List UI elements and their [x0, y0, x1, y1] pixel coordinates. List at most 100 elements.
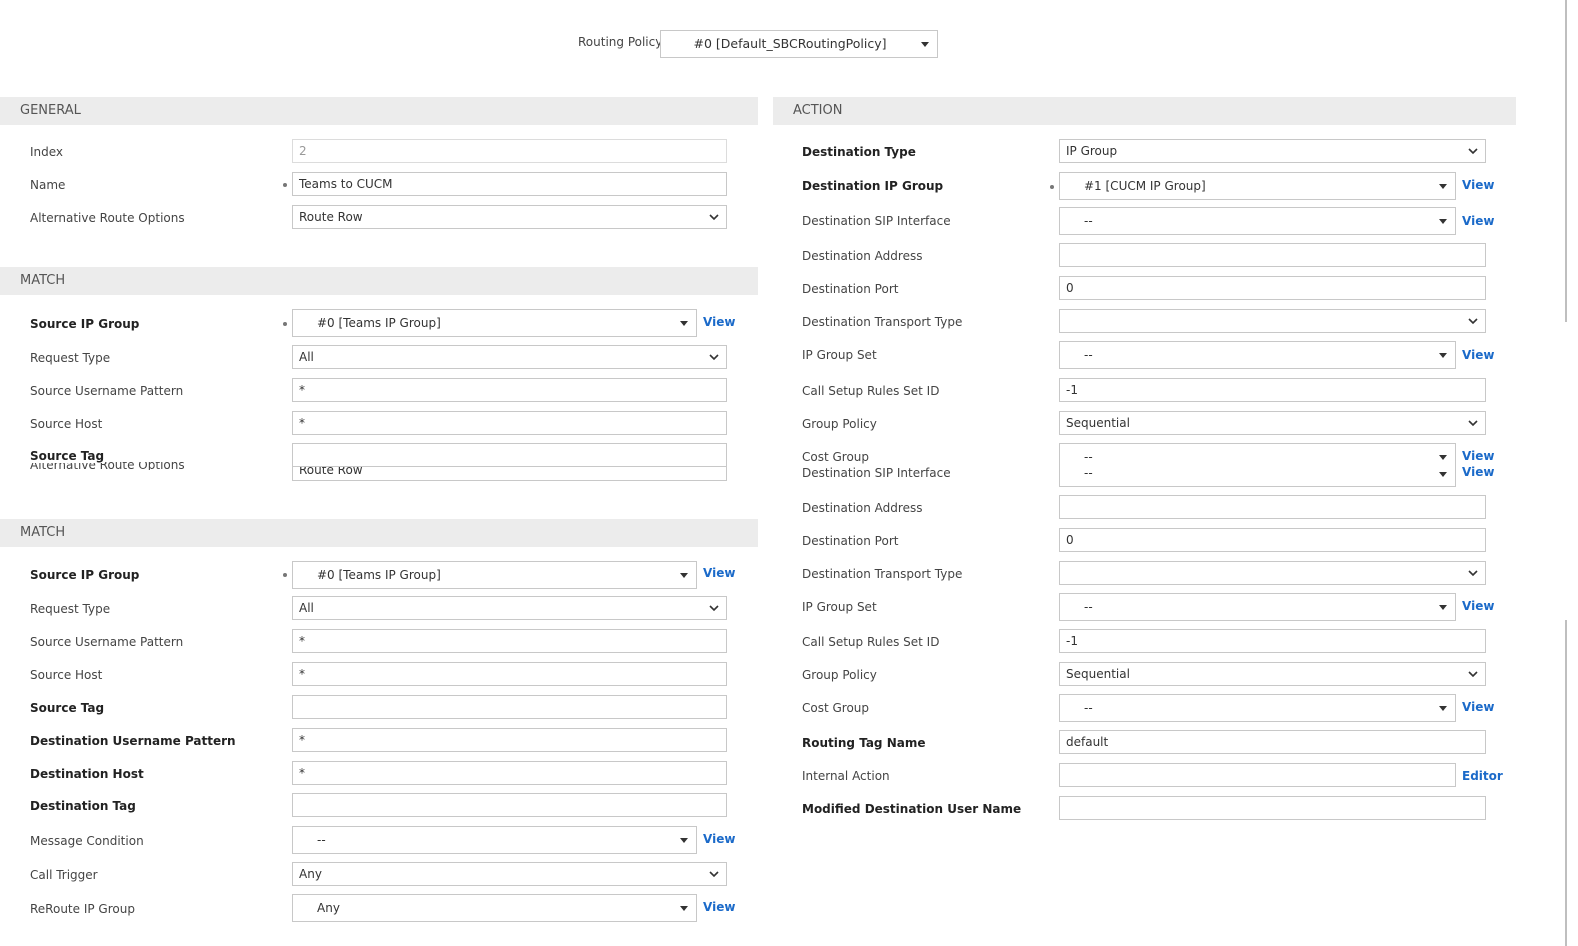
source-ip-group-select[interactable]: #0 [Teams IP Group] — [292, 309, 697, 337]
ghost-alt-route-value: Route Row — [299, 466, 363, 477]
chevron-down-icon — [1468, 671, 1478, 678]
chevron-down-icon — [709, 605, 719, 612]
scrollbar-track[interactable] — [1565, 620, 1567, 946]
alt-route-select[interactable]: Route Row — [292, 205, 727, 229]
dest-tag-field[interactable] — [292, 793, 727, 817]
source-tag-field[interactable] — [292, 443, 727, 467]
match-section-header: MATCH — [0, 267, 758, 295]
call-setup-rules-field[interactable]: -1 — [1059, 378, 1486, 402]
dest-type-select[interactable]: IP Group — [1059, 139, 1486, 163]
source-ip-group-view-link[interactable]: View — [703, 566, 735, 580]
dest-ip-group-view-link[interactable]: View — [1462, 178, 1494, 192]
ip-group-set-label: IP Group Set — [802, 600, 877, 614]
dropdown-caret-icon — [680, 573, 688, 578]
source-ip-group-view-link[interactable]: View — [703, 315, 735, 329]
ghost-alt-route-field: Route Row — [292, 466, 727, 481]
scrollbar-track[interactable] — [1565, 0, 1567, 322]
group-policy-select[interactable]: Sequential — [1059, 411, 1486, 435]
modified-dest-user-field[interactable] — [1059, 796, 1486, 820]
routing-policy-select[interactable]: #0 [Default_SBCRoutingPolicy] — [660, 30, 938, 58]
dest-sip-interface-select[interactable]: -- — [1059, 207, 1456, 235]
reroute-ip-group-select[interactable]: Any — [292, 894, 697, 922]
message-condition-value: -- — [317, 833, 326, 847]
ip-group-set-select[interactable]: -- — [1059, 593, 1456, 621]
message-condition-view-link[interactable]: View — [703, 832, 735, 846]
cost-group-label: Cost Group — [802, 450, 870, 464]
dest-type-label: Destination Type — [802, 145, 916, 159]
dest-port-field[interactable]: 0 — [1059, 276, 1486, 300]
source-host-field[interactable]: * — [292, 662, 727, 686]
request-type-label: Request Type — [30, 602, 111, 616]
dest-address-field[interactable] — [1059, 495, 1486, 519]
reroute-ip-group-label: ReRoute IP Group — [30, 902, 135, 916]
source-ip-group-label: Source IP Group — [30, 568, 140, 582]
dest-ip-group-value: #1 [CUCM IP Group] — [1084, 179, 1206, 193]
routing-tag-name-label: Routing Tag Name — [802, 736, 926, 750]
request-type-select[interactable]: All — [292, 596, 727, 620]
message-condition-select[interactable]: -- — [292, 826, 697, 854]
chevron-down-icon — [709, 354, 719, 361]
source-tag-label: Source Tag — [30, 701, 105, 715]
source-username-pattern-field[interactable]: * — [292, 378, 727, 402]
match-section-header: MATCH — [0, 519, 758, 547]
source-ip-group-value: #0 [Teams IP Group] — [317, 568, 441, 582]
dest-host-label: Destination Host — [30, 767, 144, 781]
dest-username-pattern-field[interactable]: * — [292, 728, 727, 752]
source-host-field[interactable]: * — [292, 411, 727, 435]
ip-group-set-view-link[interactable]: View — [1462, 348, 1494, 362]
dropdown-caret-icon — [1439, 353, 1447, 358]
request-type-value: All — [299, 601, 314, 615]
request-type-select[interactable]: All — [292, 345, 727, 369]
name-label: Name — [30, 178, 66, 192]
call-setup-rules-label: Call Setup Rules Set ID — [802, 635, 940, 649]
reroute-ip-group-view-link[interactable]: View — [703, 900, 735, 914]
ghost-alt-route-label: Alternative Route Options — [30, 462, 185, 470]
ip-group-set-select[interactable]: -- — [1059, 341, 1456, 369]
cost-group-select[interactable]: -- -- — [1059, 443, 1456, 487]
call-trigger-select[interactable]: Any — [292, 862, 727, 886]
source-tag-field[interactable] — [292, 695, 727, 719]
dest-username-pattern-label: Destination Username Pattern — [30, 734, 236, 748]
dest-port-label: Destination Port — [802, 282, 899, 296]
name-field[interactable]: Teams to CUCM — [292, 172, 727, 196]
group-policy-label: Group Policy — [802, 668, 877, 682]
routing-tag-name-field[interactable]: default — [1059, 730, 1486, 754]
index-label: Index — [30, 145, 64, 159]
call-setup-rules-field[interactable]: -1 — [1059, 629, 1486, 653]
dest-transport-type-select[interactable] — [1059, 561, 1486, 585]
internal-action-field[interactable] — [1059, 763, 1456, 787]
action-section-header: ACTION — [773, 97, 1516, 125]
ip-group-set-label: IP Group Set — [802, 348, 877, 362]
dest-sip-interface-view-link[interactable]: View — [1462, 214, 1494, 228]
dest-sip-interface-value: -- — [1084, 214, 1093, 228]
dropdown-caret-icon — [680, 321, 688, 326]
dest-port-label: Destination Port — [802, 534, 899, 548]
source-host-label: Source Host — [30, 417, 103, 431]
group-policy-select[interactable]: Sequential — [1059, 662, 1486, 686]
source-ip-group-select[interactable]: #0 [Teams IP Group] — [292, 561, 697, 589]
cost-group-select[interactable]: -- — [1059, 694, 1456, 722]
ip-group-set-view-link[interactable]: View — [1462, 599, 1494, 613]
alt-route-value: Route Row — [299, 210, 363, 224]
dest-address-field[interactable] — [1059, 243, 1486, 267]
dropdown-caret-icon — [1439, 455, 1447, 460]
internal-action-editor-link[interactable]: Editor — [1462, 769, 1503, 783]
source-username-pattern-label: Source Username Pattern — [30, 635, 184, 649]
required-indicator-icon — [283, 183, 287, 187]
source-username-pattern-field[interactable]: * — [292, 629, 727, 653]
dest-tag-label: Destination Tag — [30, 799, 136, 813]
cost-group-view-link[interactable]: View — [1462, 449, 1494, 463]
call-setup-rules-label: Call Setup Rules Set ID — [802, 384, 940, 398]
alt-route-label: Alternative Route Options — [30, 211, 185, 225]
dropdown-caret-icon — [1439, 605, 1447, 610]
cost-group-view-link[interactable]: View — [1462, 700, 1494, 714]
source-ip-group-label: Source IP Group — [30, 317, 140, 331]
general-section-header: GENERAL — [0, 97, 758, 125]
dest-ip-group-select[interactable]: #1 [CUCM IP Group] — [1059, 172, 1456, 200]
dest-port-field[interactable]: 0 — [1059, 528, 1486, 552]
required-indicator-icon — [1050, 185, 1054, 189]
dest-transport-type-label: Destination Transport Type — [802, 315, 963, 329]
dest-transport-type-select[interactable] — [1059, 309, 1486, 333]
dest-host-field[interactable]: * — [292, 761, 727, 785]
chevron-down-icon — [1468, 148, 1478, 155]
